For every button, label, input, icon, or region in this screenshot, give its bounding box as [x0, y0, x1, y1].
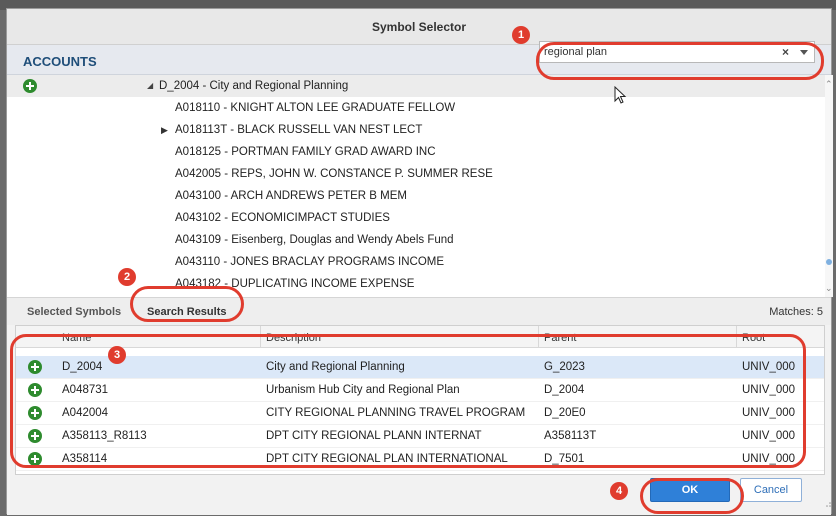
callout-badge: 2 — [118, 268, 136, 286]
expanded-triangle-icon[interactable]: ◢ — [147, 75, 153, 97]
add-icon[interactable] — [23, 79, 37, 93]
tree-item[interactable]: A018110 - KNIGHT ALTON LEE GRADUATE FELL… — [7, 97, 825, 119]
accounts-tree: ◢ D_2004 - City and Regional Planning A0… — [7, 75, 825, 297]
callout-ok-ring — [640, 478, 744, 514]
tree-item-label: A018110 - KNIGHT ALTON LEE GRADUATE FELL… — [175, 102, 456, 114]
tree-root-label: D_2004 - City and Regional Planning — [159, 80, 349, 92]
tab-selected-symbols[interactable]: Selected Symbols — [27, 306, 121, 318]
tree-scrollbar[interactable]: ⌃ ⌄ — [825, 75, 833, 297]
collapsed-triangle-icon[interactable]: ▶ — [161, 119, 168, 141]
callout-badge: 4 — [610, 482, 628, 500]
tree-item-label: A043109 - Eisenberg, Douglas and Wendy A… — [175, 234, 454, 246]
callout-badge: 3 — [108, 346, 126, 364]
tree-item[interactable]: A018125 - PORTMAN FAMILY GRAD AWARD INC — [7, 141, 825, 163]
tree-item-label: A043102 - ECONOMICIMPACT STUDIES — [175, 212, 390, 224]
dialog-titlebar: Symbol Selector — [7, 9, 831, 45]
dialog-title: Symbol Selector — [371, 19, 467, 34]
accounts-label: ACCOUNTS — [23, 54, 97, 69]
tree-item-label: A018113T - BLACK RUSSELL VAN NEST LECT — [175, 124, 423, 136]
scroll-down-icon[interactable]: ⌄ — [825, 283, 833, 294]
cancel-button[interactable]: Cancel — [740, 478, 802, 502]
tree-item[interactable]: ▶ A018113T - BLACK RUSSELL VAN NEST LECT — [7, 119, 825, 141]
tree-item[interactable]: A042005 - REPS, JOHN W. CONSTANCE P. SUM… — [7, 163, 825, 185]
tree-item-label: A043100 - ARCH ANDREWS PETER B MEM — [175, 190, 407, 202]
tree-item-label: A018125 - PORTMAN FAMILY GRAD AWARD INC — [175, 146, 436, 158]
tree-item-label: A042005 - REPS, JOHN W. CONSTANCE P. SUM… — [175, 168, 493, 180]
mouse-cursor-icon — [614, 86, 627, 104]
callout-search-ring — [536, 42, 824, 80]
tree-item[interactable]: A043109 - Eisenberg, Douglas and Wendy A… — [7, 229, 825, 251]
callout-badge: 1 — [512, 26, 530, 44]
tree-item[interactable]: A043102 - ECONOMICIMPACT STUDIES — [7, 207, 825, 229]
tree-item-label: A043110 - JONES BRACLAY PROGRAMS INCOME — [175, 256, 445, 268]
scroll-up-icon[interactable]: ⌃ — [825, 79, 833, 90]
matches-count: Matches: 5 — [769, 306, 823, 318]
tree-item[interactable]: A043100 - ARCH ANDREWS PETER B MEM — [7, 185, 825, 207]
resize-grip-icon[interactable] — [824, 500, 832, 508]
callout-results-ring — [10, 334, 806, 468]
callout-tab-ring — [130, 286, 244, 322]
scroll-thumb[interactable] — [826, 259, 832, 265]
